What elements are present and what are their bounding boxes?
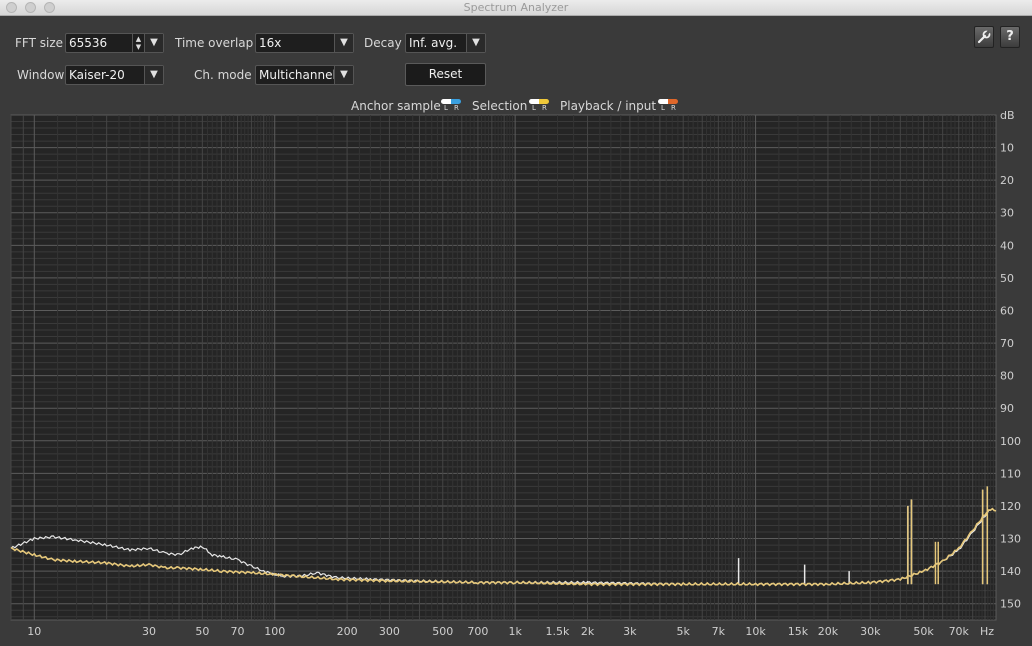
plot-area: [10, 114, 997, 621]
x-tick-label: 2k: [581, 625, 595, 638]
x-tick-label: 70: [230, 625, 244, 638]
y-tick-label: 120: [1000, 500, 1021, 513]
y-tick-label: 140: [1000, 565, 1021, 578]
x-tick-label: 20k: [818, 625, 839, 638]
spectrum-plot[interactable]: dB 10 20 30 40 50 60 70 80 90 100 110 120 130 140 150 10…: [0, 0, 1032, 646]
x-tick-label: 30k: [860, 625, 881, 638]
x-tick-label: 300: [379, 625, 400, 638]
y-tick-label: 130: [1000, 533, 1021, 546]
x-tick-label: 70k: [949, 625, 970, 638]
y-tick-label: dB: [1000, 109, 1015, 122]
y-tick-label: 80: [1000, 370, 1014, 383]
x-tick-label: 5k: [677, 625, 691, 638]
x-tick-label: 3k: [623, 625, 637, 638]
y-tick-label: 50: [1000, 272, 1014, 285]
y-tick-label: 60: [1000, 304, 1014, 317]
x-tick-label: 200: [337, 625, 358, 638]
x-tick-label: 30: [142, 625, 156, 638]
x-tick-label: 700: [467, 625, 488, 638]
x-tick-label: 10k: [745, 625, 766, 638]
y-tick-label: 150: [1000, 598, 1021, 611]
y-tick-label: 40: [1000, 239, 1014, 252]
y-tick-label: 90: [1000, 402, 1014, 415]
x-tick-label: 100: [264, 625, 285, 638]
x-tick-label: 500: [432, 625, 453, 638]
y-tick-label: 20: [1000, 174, 1014, 187]
x-tick-label: Hz: [980, 625, 994, 638]
x-tick-label: 10: [27, 625, 41, 638]
y-tick-label: 30: [1000, 207, 1014, 220]
x-tick-label: 7k: [712, 625, 726, 638]
x-tick-label: 50k: [913, 625, 934, 638]
x-tick-label: 1k: [508, 625, 522, 638]
x-tick-label: 15k: [788, 625, 809, 638]
y-tick-label: 10: [1000, 142, 1014, 155]
y-tick-label: 70: [1000, 337, 1014, 350]
y-tick-label: 110: [1000, 467, 1021, 480]
x-tick-label: 50: [195, 625, 209, 638]
y-tick-label: 100: [1000, 435, 1021, 448]
x-tick-label: 1.5k: [546, 625, 570, 638]
